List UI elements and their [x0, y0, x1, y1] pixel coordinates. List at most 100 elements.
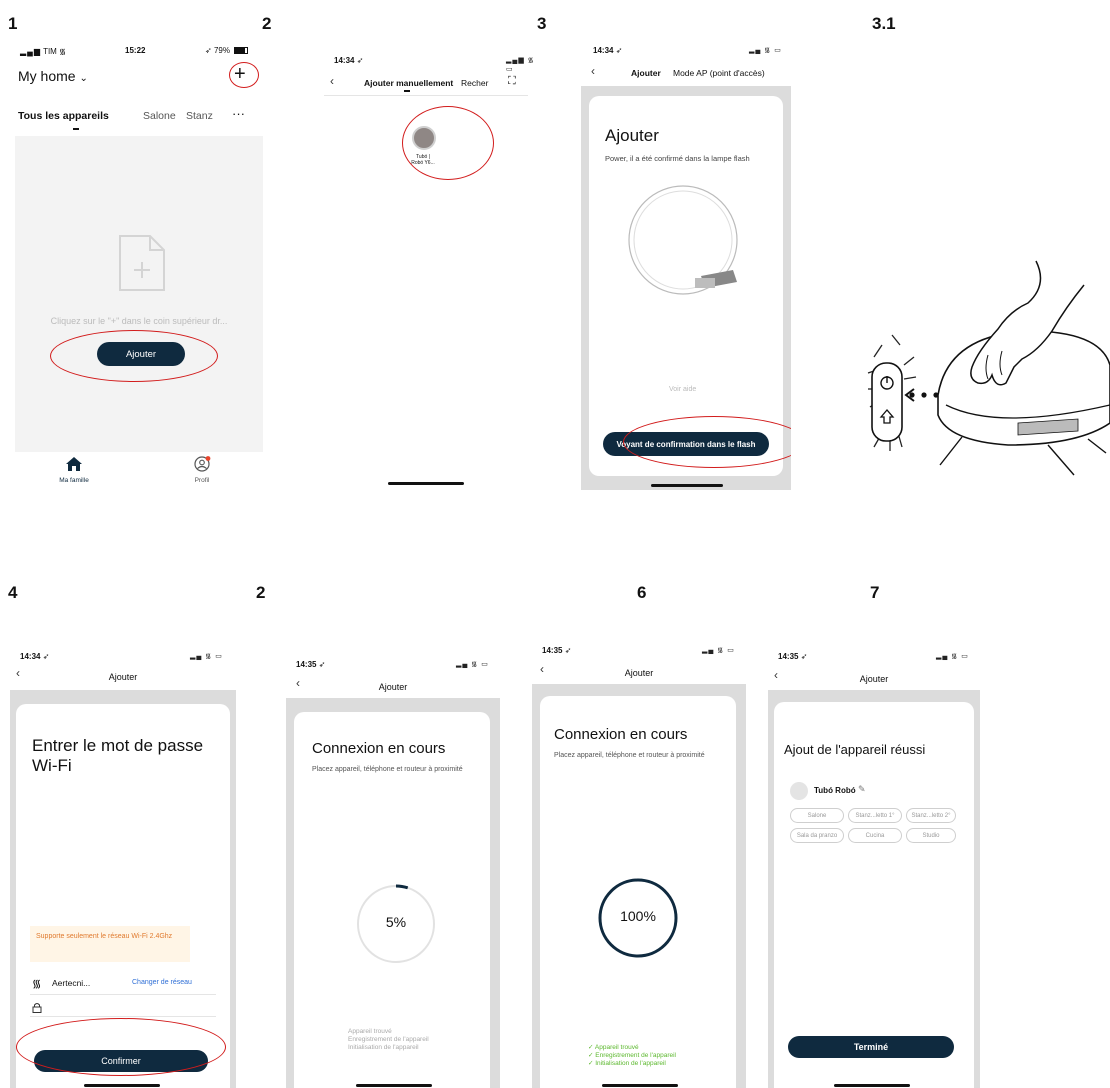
screen-4-wifi-password: 14:34 ➶ ▂▄ ᯾ ▭ ‹ Ajouter Entrer le mot d…: [10, 646, 236, 1088]
change-network-link[interactable]: Changer de réseau: [132, 979, 192, 986]
confirm-button[interactable]: Confirmer: [34, 1050, 208, 1072]
screen-2-device-search: 14:34 ➶ ▂▄▆ ᯾ ▭ ‹ Ajouter manuellement R…: [316, 50, 536, 490]
success-card: Ajout de l'appareil réussi Tubó Robó ✎ S…: [774, 702, 974, 1088]
step-number-6: 6: [637, 583, 647, 602]
step-number-3: 3: [537, 14, 547, 33]
signal-icons: ▂▄ ᯾ ▭: [702, 647, 735, 654]
tab-salone[interactable]: Salone: [143, 110, 176, 122]
connection-steps: ✓ Appareil trouvé ✓ Enregistrement de l'…: [588, 1044, 676, 1068]
device-list-empty: Cliquez sur le "+" dans le coin supérieu…: [15, 136, 263, 452]
nav-profile[interactable]: Profil: [182, 456, 222, 484]
tab-add-manually[interactable]: Ajouter manuellement: [364, 78, 453, 88]
screen-7-device-added: 14:35 ➶ ▂▄ ᯾ ▭ ‹ Ajouter Ajout de l'appa…: [768, 646, 980, 1088]
wifi-card: Entrer le mot de passe Wi-Fi Supporte se…: [16, 704, 230, 1088]
room-chip-kitchen[interactable]: Cucina: [848, 828, 902, 843]
nav-home[interactable]: Ma famille: [54, 456, 94, 484]
tab-stanza[interactable]: Stanz: [186, 110, 213, 122]
step-initializing: Initialisation de l'appareil: [348, 1044, 419, 1051]
card-title: Ajouter: [605, 126, 659, 145]
room-chip-salone[interactable]: Salone: [790, 808, 844, 823]
robot-device-icon[interactable]: [412, 126, 436, 150]
status-time: 14:34 ➶: [20, 652, 50, 661]
connecting-card: Connexion en cours Placez appareil, télé…: [540, 696, 736, 1088]
connection-steps: Appareil trouvé Enregistrement de l'appa…: [348, 1028, 429, 1052]
progress-label: 100%: [620, 908, 656, 924]
screen-1-home: ▂▄▆ TIM ᯾ 15:22 ➶ 79% My home ⌄ + Tous l…: [10, 40, 266, 500]
divider: [30, 1016, 216, 1017]
divider: [30, 994, 216, 995]
more-tabs-icon[interactable]: ···: [232, 106, 245, 121]
power-button-illustration: [867, 260, 1110, 476]
device-label: Tubó | Robó Y6...: [411, 154, 435, 166]
header-title: Ajouter: [859, 674, 889, 684]
status-time: 14:34 ➶: [334, 56, 364, 65]
room-chip-bedroom-1[interactable]: Stanz...letto 1°: [848, 808, 902, 823]
wifi-title: Entrer le mot de passe Wi-Fi: [32, 736, 204, 775]
connecting-title: Connexion en cours: [554, 726, 688, 743]
battery-icon: [234, 47, 249, 55]
progress-label: 5%: [385, 914, 407, 930]
house-icon: [66, 457, 82, 471]
home-indicator: [834, 1084, 910, 1087]
wifi-icon: ᯾: [32, 978, 42, 990]
home-title: My home: [18, 68, 76, 84]
device-avatar: [790, 782, 808, 800]
step-number-3-1: 3.1: [872, 14, 896, 33]
tab-add[interactable]: Ajouter: [631, 68, 661, 78]
step-number-7: 7: [870, 583, 880, 602]
step-number-1: 1: [8, 14, 18, 33]
back-arrow-icon[interactable]: ‹: [591, 64, 595, 78]
profile-icon: [194, 456, 211, 472]
status-time: 14:35 ➶: [778, 652, 808, 661]
step-registering: Enregistrement de l'appareil: [348, 1036, 429, 1043]
connecting-title: Connexion en cours: [312, 740, 446, 757]
lock-icon: [32, 1003, 42, 1013]
location-icon: ➶: [205, 46, 212, 55]
add-device-plus-icon[interactable]: +: [234, 64, 246, 84]
tab-all-devices[interactable]: Tous les appareils: [18, 110, 109, 122]
add-device-button[interactable]: Ajouter: [97, 342, 185, 366]
step-device-found: Appareil trouvé: [348, 1028, 392, 1035]
help-link[interactable]: Voir aide: [669, 386, 696, 393]
nav-profile-label: Profil: [194, 477, 210, 484]
home-selector[interactable]: My home ⌄: [18, 68, 88, 84]
screen-3-add-device: 14:34 ➶ ▂▄ ᯾ ▭ ‹ Ajouter Mode AP (point …: [581, 40, 791, 490]
nav-home-label: Ma famille: [59, 477, 89, 484]
status-time: 14:34 ➶: [593, 46, 623, 55]
step-registering: ✓ Enregistrement de l'appareil: [588, 1052, 676, 1059]
home-indicator: [388, 482, 464, 485]
screen-6-connecting-100: 14:35 ➶ ▂▄ ᯾ ▭ ‹ Ajouter Connexion en co…: [532, 640, 746, 1088]
empty-file-icon: [119, 235, 165, 291]
tab-ap-mode[interactable]: Mode AP (point d'accès): [673, 68, 765, 78]
edit-pencil-icon[interactable]: ✎: [858, 784, 866, 795]
wifi-icon: ᯾: [59, 47, 66, 56]
room-chip-bedroom-2[interactable]: Stanz...letto 2°: [906, 808, 956, 823]
connecting-subtitle: Placez appareil, téléphone et routeur à …: [312, 766, 463, 773]
home-indicator: [356, 1084, 432, 1087]
done-button[interactable]: Terminé: [788, 1036, 954, 1058]
status-time: 14:35 ➶: [296, 660, 326, 669]
card-subtitle: Power, il a été confirmé dans la lampe f…: [605, 154, 750, 163]
connecting-subtitle: Placez appareil, téléphone et routeur à …: [554, 752, 705, 759]
divider: [324, 95, 528, 96]
status-time: 15:22: [125, 46, 146, 55]
success-title: Ajout de l'appareil réussi: [784, 742, 926, 757]
header-title: Ajouter: [108, 672, 138, 682]
confirm-flash-button[interactable]: Voyant de confirmation dans le flash: [603, 432, 769, 456]
chevron-down-icon: ⌄: [79, 73, 88, 84]
header-title: Ajouter: [624, 668, 654, 678]
room-chip-studio[interactable]: Studio: [906, 828, 956, 843]
wifi-warning: Supporte seulement le réseau Wi-Fi 2.4Gh…: [30, 926, 190, 962]
signal-icons: ▂▄ ᯾ ▭: [190, 653, 223, 660]
connecting-card: Connexion en cours Placez appareil, télé…: [294, 712, 490, 1088]
back-arrow-icon[interactable]: ‹: [330, 74, 334, 88]
scan-icon[interactable]: ⛶: [508, 75, 516, 88]
device-name: Tubó Robó: [814, 786, 856, 795]
signal-icons: ▂▄ ᯾ ▭: [749, 47, 782, 54]
room-chip-dining[interactable]: Sala da pranzo: [790, 828, 844, 843]
instruction-card: Ajouter Power, il a été confirmé dans la…: [589, 96, 783, 476]
empty-hint: Cliquez sur le "+" dans le coin supérieu…: [50, 316, 228, 326]
signal-icons: ▂▄▆ ᯾ ▭: [506, 57, 535, 73]
tab-search[interactable]: Recher: [461, 78, 488, 88]
battery-status: ➶ 79%: [205, 46, 249, 55]
